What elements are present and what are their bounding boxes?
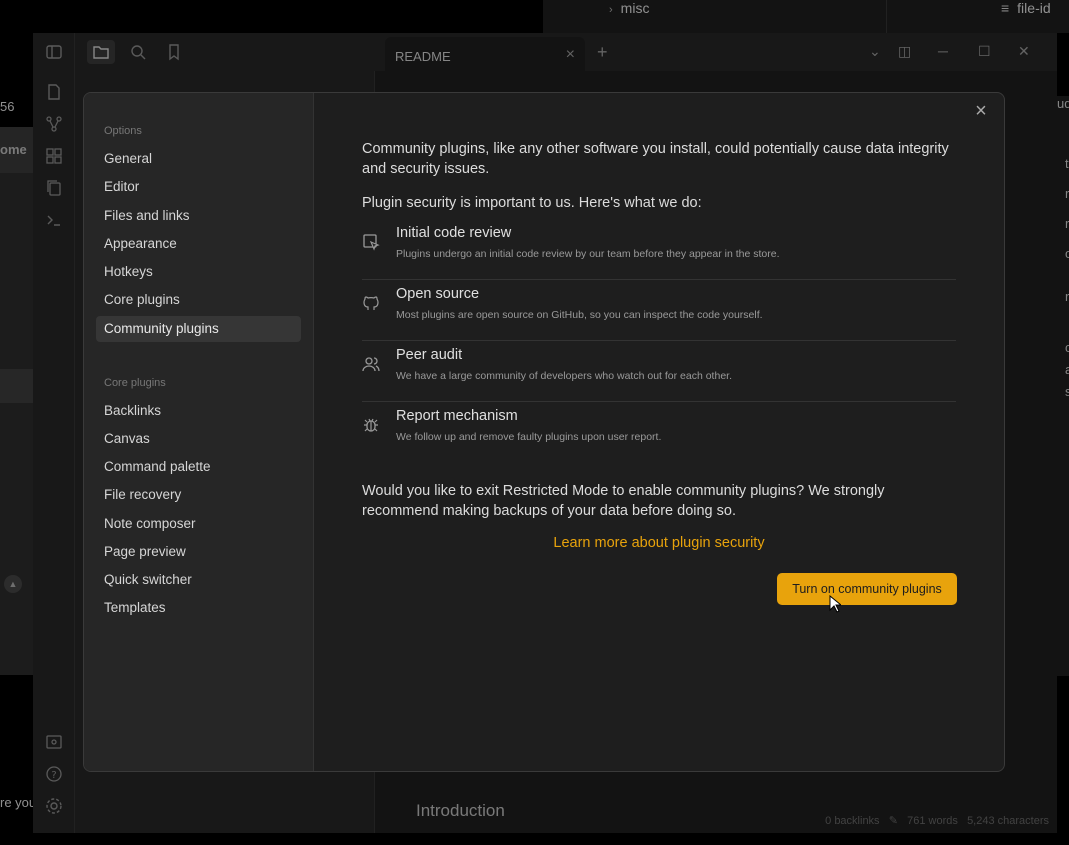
nav-item-page-preview[interactable]: Page preview [96,539,301,565]
nav-item-community-plugins[interactable]: Community plugins [96,316,301,342]
users-icon [362,355,380,373]
nav-item-note-composer[interactable]: Note composer [96,511,301,537]
feature-desc: Plugins undergo an initial code review b… [396,248,780,260]
nav-item-templates[interactable]: Templates [96,595,301,621]
feature-desc: We follow up and remove faulty plugins u… [396,431,662,443]
nav-item-hotkeys[interactable]: Hotkeys [96,259,301,285]
github-icon [362,294,380,312]
nav-item-editor[interactable]: Editor [96,174,301,200]
nav-item-quick-switcher[interactable]: Quick switcher [96,567,301,593]
feature-peer-audit: Peer audit We have a large community of … [362,341,956,402]
restricted-mode-question: Would you like to exit Restricted Mode t… [362,483,885,519]
feature-desc: We have a large community of developers … [396,370,732,382]
settings-modal: Options General Editor Files and links A… [83,92,1005,772]
feature-report-mechanism: Report mechanism We follow up and remove… [362,402,956,463]
nav-item-backlinks[interactable]: Backlinks [96,398,301,424]
intro-paragraph: Community plugins, like any other softwa… [362,141,949,177]
settings-nav: Options General Editor Files and links A… [84,93,314,771]
security-lead: Plugin security is important to us. Here… [362,195,702,211]
learn-more-link[interactable]: Learn more about plugin security [362,535,956,551]
nav-heading-options: Options [104,125,142,137]
close-modal-icon[interactable]: × [970,101,992,123]
nav-heading-core-plugins: Core plugins [104,377,166,389]
nav-item-files-and-links[interactable]: Files and links [96,203,301,229]
turn-on-community-plugins-button[interactable]: Turn on community plugins [777,573,957,605]
feature-title: Report mechanism [396,408,518,424]
feature-code-review: Initial code review Plugins undergo an i… [362,219,956,280]
feature-title: Open source [396,286,480,302]
nav-item-canvas[interactable]: Canvas [96,426,301,452]
feature-open-source: Open source Most plugins are open source… [362,280,956,341]
feature-desc: Most plugins are open source on GitHub, … [396,309,763,321]
community-plugins-content: Community plugins, like any other softwa… [362,139,962,551]
code-review-icon [362,233,380,251]
nav-item-file-recovery[interactable]: File recovery [96,482,301,508]
mouse-cursor-icon [829,594,843,613]
feature-title: Initial code review [396,225,512,241]
nav-item-general[interactable]: General [96,146,301,172]
nav-item-core-plugins[interactable]: Core plugins [96,287,301,313]
nav-item-appearance[interactable]: Appearance [96,231,301,257]
security-feature-list: Initial code review Plugins undergo an i… [362,219,956,463]
nav-item-command-palette[interactable]: Command palette [96,454,301,480]
bug-icon [362,416,380,434]
feature-title: Peer audit [396,347,463,363]
